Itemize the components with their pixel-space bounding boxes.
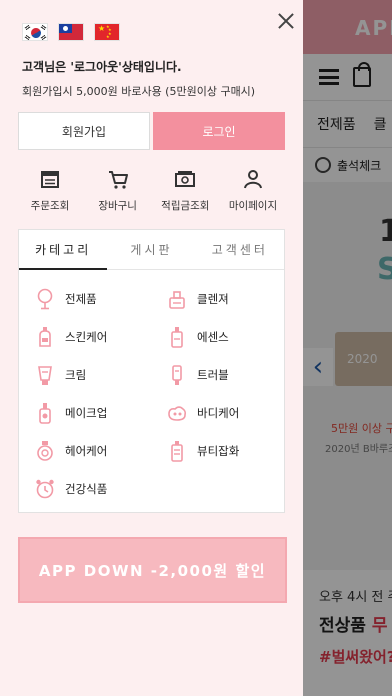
quick-mypage[interactable]: 마이페이지 xyxy=(221,168,285,216)
panel-tabs: 카테고리 게시판 고객센터 xyxy=(19,230,284,270)
quick-points[interactable]: 적립금조회 xyxy=(153,168,217,216)
bodycare-icon xyxy=(168,406,187,421)
category-skincare[interactable]: 스킨케어 xyxy=(35,324,107,350)
app-download-banner[interactable]: APP DOWN -2,000원 할인 xyxy=(18,537,287,603)
person-icon xyxy=(243,170,262,189)
skincare-bottle-icon xyxy=(39,327,51,347)
category-haircare[interactable]: 헤어케어 xyxy=(35,438,107,464)
tab-board[interactable]: 게시판 xyxy=(107,230,195,269)
quick-cart[interactable]: 장바구니 xyxy=(86,168,150,216)
tab-category[interactable]: 카테고리 xyxy=(19,230,108,270)
category-label: 건강식품 xyxy=(65,482,108,496)
haircare-icon xyxy=(37,441,53,461)
category-label: 바디케어 xyxy=(197,406,240,420)
category-label: 트러블 xyxy=(197,368,229,382)
category-label: 헤어케어 xyxy=(65,444,108,458)
close-icon[interactable] xyxy=(274,10,298,34)
cart-icon xyxy=(108,171,128,189)
category-cleanser[interactable]: 클렌져 xyxy=(167,286,229,312)
taiwan-flag-icon[interactable] xyxy=(58,23,84,41)
category-label: 에센스 xyxy=(197,330,229,344)
category-list: 전제품 클렌져 스킨케어 에센스 크림 트러블 메이크업 바디케어 헤어케어 뷰… xyxy=(19,270,284,512)
category-label: 스킨케어 xyxy=(65,330,108,344)
category-makeup[interactable]: 메이크업 xyxy=(35,400,107,426)
category-panel: 카테고리 게시판 고객센터 전제품 클렌져 스킨케어 에센스 크림 트러블 메이… xyxy=(18,229,285,513)
category-label: 전제품 xyxy=(65,292,97,306)
quick-item-label: 장바구니 xyxy=(98,200,137,212)
category-trouble[interactable]: 트러블 xyxy=(167,362,229,388)
tab-customer-center[interactable]: 고객센터 xyxy=(196,230,284,269)
mirror-icon xyxy=(37,288,53,310)
quick-order-lookup[interactable]: 주문조회 xyxy=(18,168,82,216)
quick-item-label: 주문조회 xyxy=(30,200,70,212)
category-all[interactable]: 전제품 xyxy=(35,286,97,312)
language-flags: ★ ★ ★ ★ ★ xyxy=(22,23,120,41)
category-label: 메이크업 xyxy=(65,406,108,420)
category-label: 크림 xyxy=(65,368,87,382)
side-drawer: ★ ★ ★ ★ ★ 고객님은 '로그아웃'상태입니다. 회원가입시 5,000원… xyxy=(0,0,303,696)
essence-bottle-icon xyxy=(171,327,183,348)
quick-menu: 주문조회 장바구니 적립금조회 마이페이지 xyxy=(18,168,285,216)
category-cream[interactable]: 크림 xyxy=(35,362,86,388)
calendar-icon xyxy=(41,171,59,188)
quick-item-label: 마이페이지 xyxy=(228,200,278,212)
cleanser-icon xyxy=(169,291,185,309)
beauty-goods-icon xyxy=(171,441,183,462)
china-flag-icon[interactable]: ★ ★ ★ ★ ★ xyxy=(94,23,120,41)
alarm-clock-icon xyxy=(36,479,54,499)
quick-item-label: 적립금조회 xyxy=(161,200,210,212)
category-bodycare[interactable]: 바디케어 xyxy=(167,400,239,426)
korea-flag-icon[interactable] xyxy=(22,23,48,41)
join-button[interactable]: 회원가입 xyxy=(18,112,150,150)
trouble-tube-icon xyxy=(172,365,182,385)
login-status-text: 고객님은 '로그아웃'상태입니다. xyxy=(22,60,182,74)
overlay-dim[interactable] xyxy=(303,0,392,696)
category-beauty-goods[interactable]: 뷰티잡화 xyxy=(167,438,239,464)
category-essence[interactable]: 에센스 xyxy=(167,324,229,350)
category-health-food[interactable]: 건강식품 xyxy=(35,476,107,502)
login-button[interactable]: 로그인 xyxy=(153,112,285,150)
signup-benefit-text: 회원가입시 5,000원 바로사용 (5만원이상 구매시) xyxy=(22,85,256,98)
cream-tube-icon xyxy=(38,366,52,385)
category-label: 클렌져 xyxy=(197,292,229,306)
category-label: 뷰티잡화 xyxy=(197,444,240,458)
money-icon xyxy=(175,171,196,187)
makeup-icon xyxy=(39,403,51,424)
